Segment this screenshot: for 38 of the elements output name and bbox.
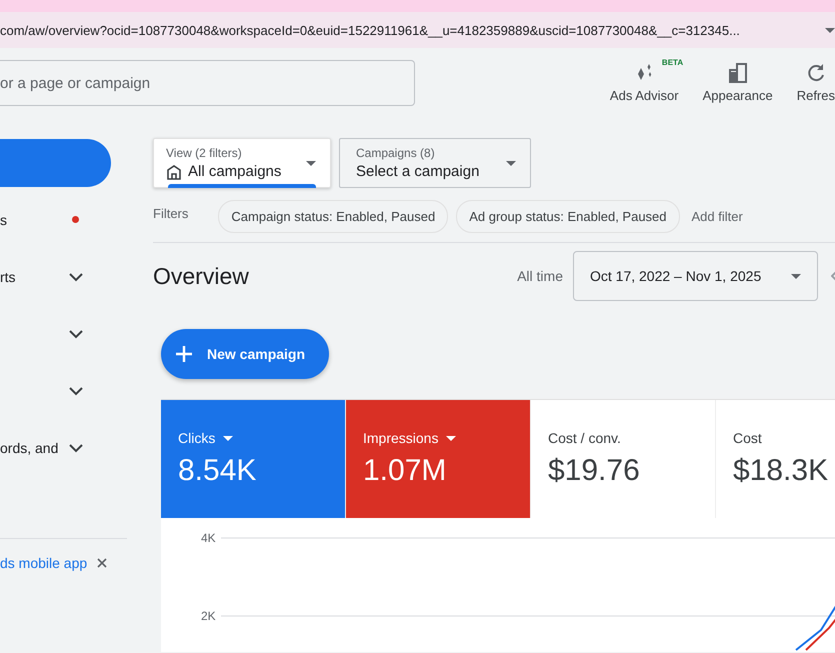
plus-icon [175,345,193,363]
refresh-icon [806,63,826,83]
filter-dropdown[interactable]: View (2 filters) All campaigns [153,138,331,188]
dropdown-arrow-icon [506,160,516,166]
dropdown-arrow-icon [791,274,801,278]
range-label: All time [517,268,563,284]
dropdown-arrow-icon [306,160,316,166]
chevron-down-icon [69,330,83,338]
axis-label: 2K [201,609,216,623]
nav-item[interactable]: rts [0,248,130,305]
nav-item[interactable]: ords, and [0,419,130,476]
axis-label: 4K [201,531,216,545]
filters-label: Filters [153,206,188,220]
beta-label: BETA [662,58,684,67]
dropdown-arrow-icon [446,436,456,440]
chevron-down-icon [69,444,83,452]
new-campaign-button[interactable]: New campaign [161,329,330,379]
filter-dropdown[interactable]: Campaigns (8) Select a campaign [339,138,531,188]
bar-chart-icon [728,63,748,83]
metric-card[interactable]: Impressions 1.07M [346,400,531,518]
toolbar-button[interactable]: Appearance [702,63,773,103]
close-icon[interactable] [97,558,107,568]
search-field[interactable]: or a page or campaign [0,60,415,106]
dropdown-arrow-icon [223,436,234,440]
metric-card[interactable]: Clicks 8.54K [161,400,346,518]
date-range-picker[interactable]: Oct 17, 2022 – Nov 1, 2025 [573,251,818,301]
filter-chip[interactable]: Campaign status: Enabled, Paused [218,200,448,232]
page-title: Overview [153,262,250,290]
chevron-down-icon [69,386,83,396]
mobile-app-link[interactable]: ds mobile app [0,554,88,570]
chevron-down-icon [69,272,83,282]
dropdown-arrow-icon [825,28,835,32]
filter-chip[interactable]: Ad group status: Enabled, Paused [456,200,680,232]
toolbar-button[interactable]: Refres [796,63,835,103]
nav-item[interactable]: s [0,191,130,248]
add-filter-button[interactable]: Add filter [688,208,747,224]
create-button[interactable] [0,139,111,187]
home-icon [166,164,182,180]
